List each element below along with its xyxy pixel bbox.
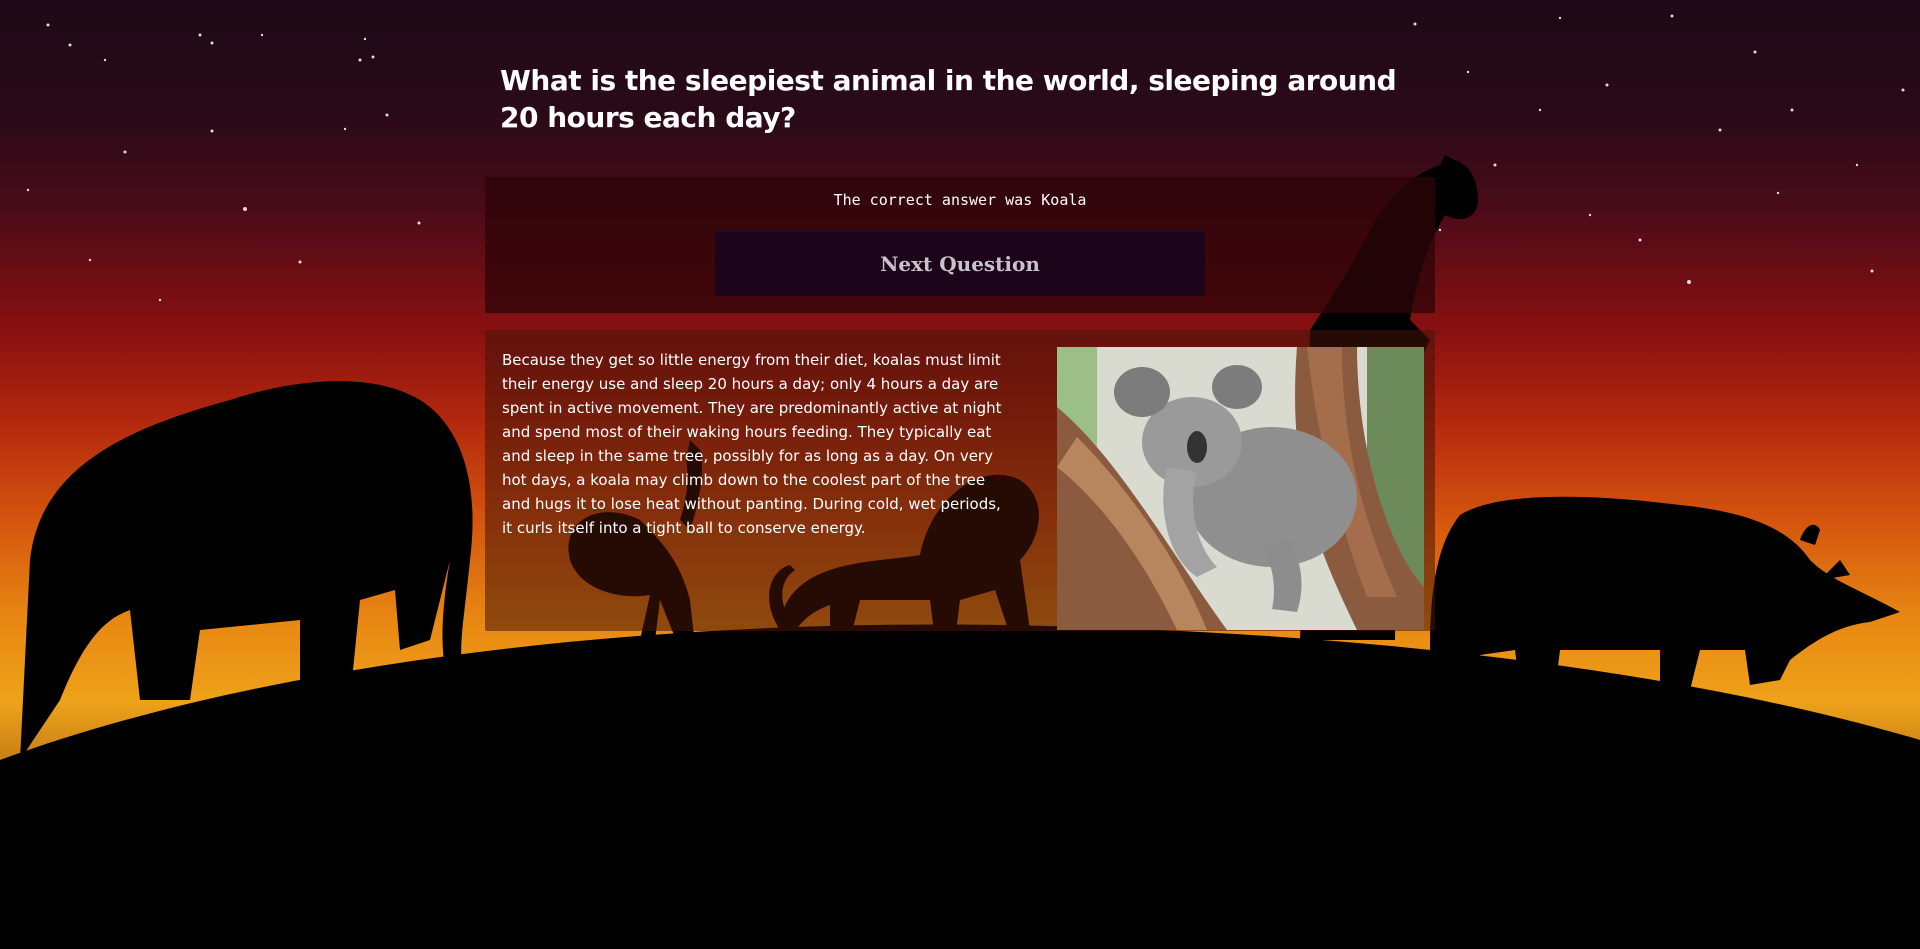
next-question-button[interactable]: Next Question [715,232,1205,296]
koala-photo [1057,347,1424,630]
correct-answer-text: The correct answer was Koala [833,191,1087,209]
fact-description: Because they get so little energy from t… [502,351,1002,537]
question-heading: What is the sleepiest animal in the worl… [500,64,1397,134]
answer-result-panel: The correct answer was Koala Next Questi… [485,177,1435,313]
fact-panel: Because they get so little energy from t… [485,330,1435,631]
